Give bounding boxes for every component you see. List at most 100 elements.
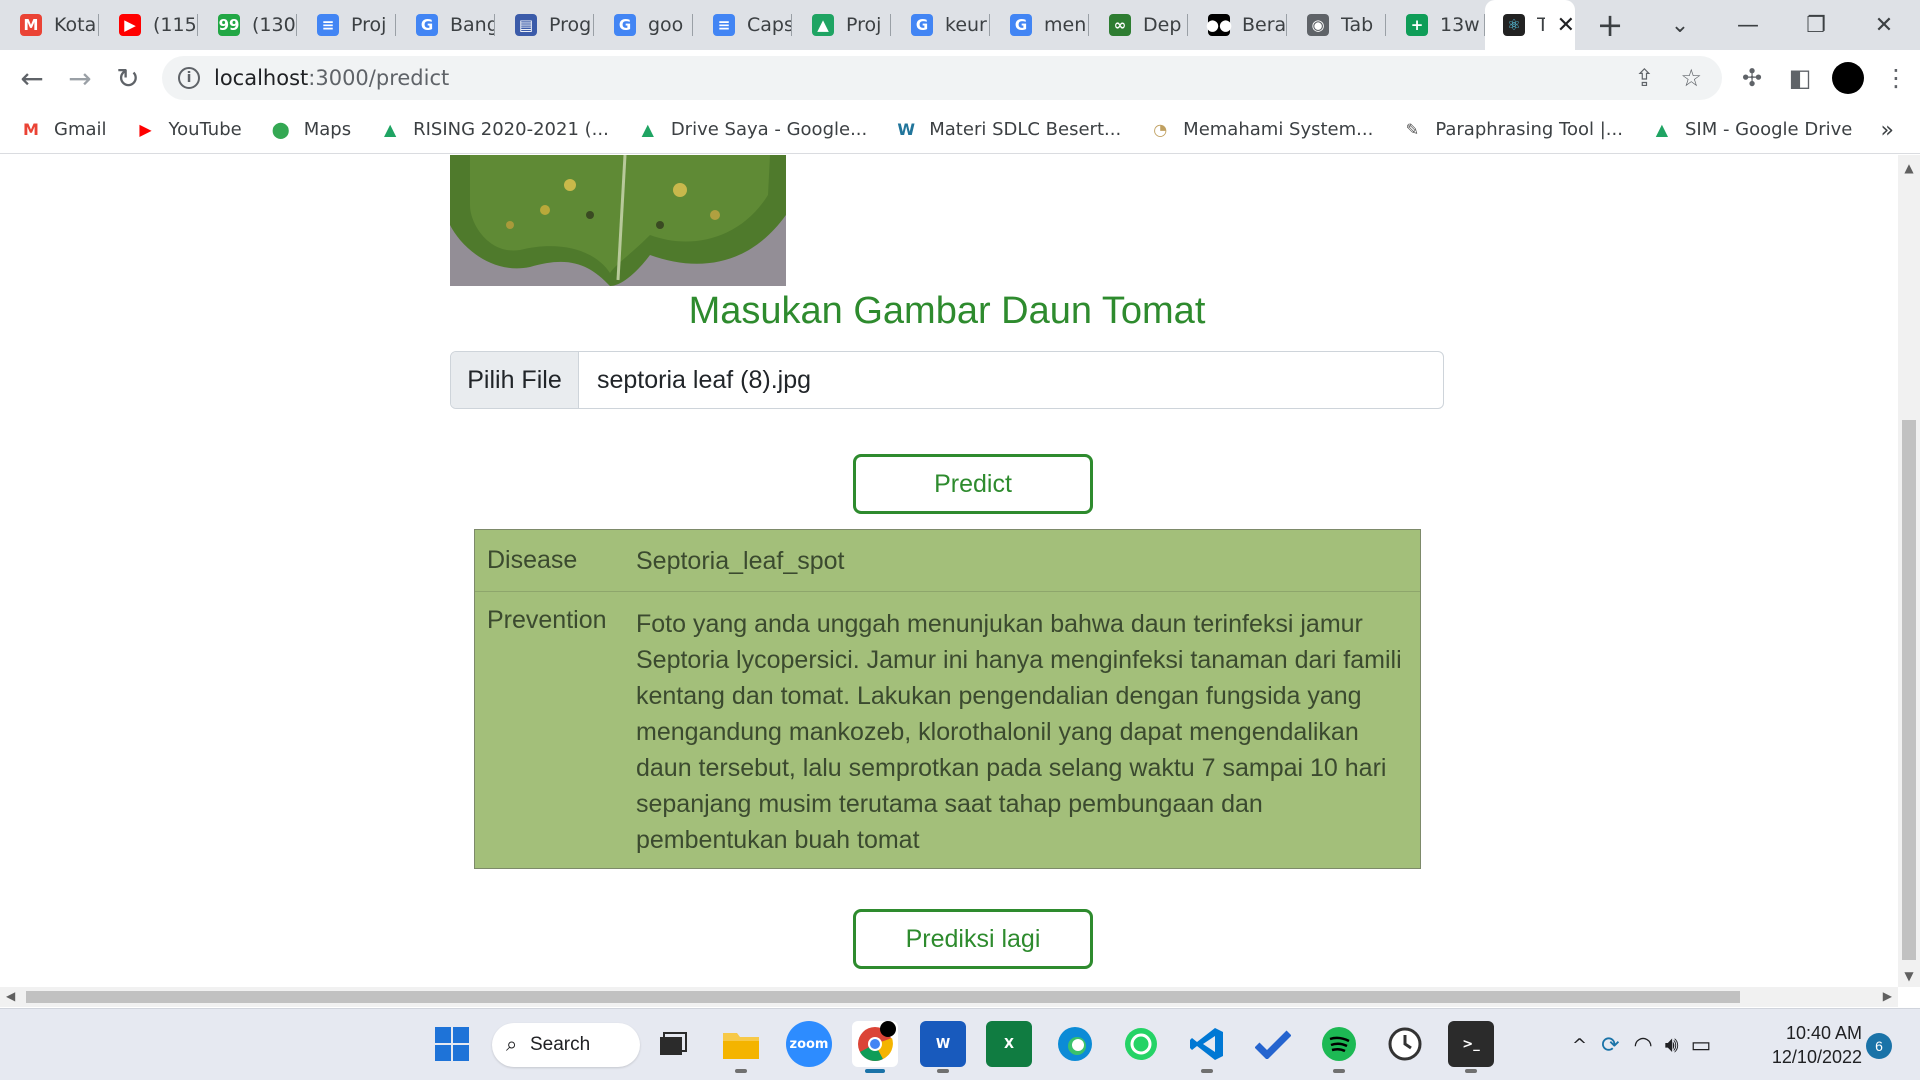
- predict-again-button[interactable]: Prediksi lagi: [853, 909, 1093, 969]
- tab-item[interactable]: M Kota: [0, 0, 99, 50]
- tab-title: Dep: [1143, 14, 1182, 36]
- restore-icon[interactable]: ❐: [1786, 0, 1846, 50]
- prediction-result-table: Disease Septoria_leaf_spot Prevention Fo…: [474, 529, 1421, 869]
- file-explorer-icon[interactable]: [718, 1021, 764, 1073]
- system-tray: ^ ⟳ ◠ 🔊︎ ▭: [1572, 1023, 1711, 1067]
- task-view-icon[interactable]: [650, 1021, 696, 1067]
- wordpress-icon: W: [897, 120, 916, 139]
- tab-item[interactable]: ▤ Prog: [495, 0, 594, 50]
- file-input[interactable]: Pilih File septoria leaf (8).jpg: [450, 351, 1444, 409]
- notification-badge[interactable]: 6: [1866, 1033, 1892, 1059]
- bookmark-item[interactable]: W Materi SDLC Besert...: [895, 119, 1121, 140]
- search-label: Search: [530, 1034, 591, 1055]
- predict-button[interactable]: Predict: [853, 454, 1093, 514]
- windows-start-icon[interactable]: [429, 1021, 475, 1067]
- scroll-down-icon[interactable]: ▼: [1898, 969, 1920, 983]
- site-icon: ▤: [515, 14, 537, 36]
- quill-icon: ✎: [1405, 120, 1420, 139]
- scroll-right-icon[interactable]: ▶: [1883, 989, 1892, 1003]
- tab-search-icon[interactable]: ⌄: [1650, 0, 1710, 50]
- chevron-double-right-icon[interactable]: »: [1881, 118, 1894, 143]
- tab-item[interactable]: 99 (130: [198, 0, 297, 50]
- tab-active[interactable]: ⚛ T ✕: [1485, 0, 1575, 50]
- close-icon[interactable]: ✕: [1557, 13, 1575, 38]
- bookmark-item[interactable]: ✎ Paraphrasing Tool |...: [1401, 119, 1623, 140]
- site-icon: ◔: [1153, 120, 1168, 139]
- vscode-icon[interactable]: [1184, 1021, 1230, 1073]
- tab-item[interactable]: ▶ (115: [99, 0, 198, 50]
- horizontal-scrollbar[interactable]: ◀ ▶: [0, 987, 1898, 1007]
- bookmark-item[interactable]: ◔ Memahami System...: [1149, 119, 1373, 140]
- prevention-label: Prevention: [487, 606, 607, 634]
- reload-icon[interactable]: ↻: [104, 54, 152, 102]
- tab-item[interactable]: ●● Bera: [1188, 0, 1287, 50]
- forward-icon[interactable]: →: [56, 54, 104, 102]
- tab-item[interactable]: Ggoo: [594, 0, 693, 50]
- bookmark-item[interactable]: ▲ RISING 2020-2021 (...: [379, 119, 609, 140]
- zoom-icon[interactable]: zoom: [786, 1021, 832, 1067]
- tab-item[interactable]: ≡ Proj: [297, 0, 396, 50]
- excel-icon[interactable]: X: [986, 1021, 1032, 1067]
- back-icon[interactable]: ←: [8, 54, 56, 102]
- tab-title: Proj: [351, 14, 387, 36]
- whatsapp-icon[interactable]: [1118, 1021, 1164, 1067]
- tab-item[interactable]: ◉ Tab: [1287, 0, 1386, 50]
- bookmark-item[interactable]: ▶ YouTube: [135, 119, 241, 140]
- search-icon: ⌕: [506, 1033, 518, 1056]
- scroll-up-icon[interactable]: ▲: [1898, 161, 1920, 175]
- scroll-thumb[interactable]: [1902, 420, 1916, 960]
- tab-title: (130: [252, 14, 296, 36]
- google-docs-icon: ≡: [317, 14, 339, 36]
- edge-icon[interactable]: [1052, 1021, 1098, 1067]
- tab-item[interactable]: G Bang: [396, 0, 495, 50]
- tab-item[interactable]: Gmen: [990, 0, 1089, 50]
- bookmark-label: SIM - Google Drive: [1684, 119, 1853, 140]
- bookmark-item[interactable]: ▲ Drive Saya - Google...: [637, 119, 868, 140]
- address-bar[interactable]: i localhost:3000/predict ⇪ ☆: [162, 56, 1722, 100]
- bookmark-item[interactable]: ⬤ Maps: [270, 119, 351, 140]
- sync-icon[interactable]: ⟳: [1601, 1033, 1619, 1058]
- chevron-up-icon[interactable]: ^: [1572, 1035, 1587, 1056]
- scroll-thumb[interactable]: [26, 991, 1740, 1003]
- scroll-left-icon[interactable]: ◀: [6, 989, 15, 1003]
- share-icon[interactable]: ⇪: [1634, 64, 1654, 92]
- google-icon: G: [416, 14, 438, 36]
- tab-item[interactable]: ≡ Caps: [693, 0, 792, 50]
- wifi-icon[interactable]: ◠: [1634, 1033, 1653, 1058]
- tab-title: (115: [153, 14, 197, 36]
- badge: [880, 1021, 896, 1037]
- tab-item[interactable]: +13w: [1386, 0, 1485, 50]
- clock-app-icon[interactable]: [1382, 1021, 1428, 1067]
- new-tab-button[interactable]: +: [1585, 0, 1635, 50]
- side-panel-icon[interactable]: ◧: [1776, 54, 1824, 102]
- taskbar-search[interactable]: ⌕ Search: [492, 1023, 640, 1067]
- bookmark-star-icon[interactable]: ☆: [1680, 64, 1702, 92]
- google-drive-icon: ▲: [383, 120, 397, 139]
- google-drive-icon: ▲: [1655, 120, 1669, 139]
- tab-item[interactable]: ▲ Proj: [792, 0, 891, 50]
- avatar[interactable]: [1832, 62, 1864, 94]
- extensions-icon[interactable]: ✣: [1728, 54, 1776, 102]
- menu-kebab-icon[interactable]: ⋮: [1872, 54, 1920, 102]
- google-icon: G: [1010, 14, 1032, 36]
- tab-title: Prog: [549, 14, 592, 36]
- bookmark-item[interactable]: ▲ SIM - Google Drive: [1651, 119, 1853, 140]
- system-clock[interactable]: 10:40 AM 12/10/2022: [1762, 1021, 1862, 1069]
- site-info-icon[interactable]: i: [178, 67, 200, 89]
- window-close-icon[interactable]: ✕: [1854, 0, 1914, 50]
- battery-icon[interactable]: ▭: [1691, 1033, 1712, 1058]
- spotify-icon[interactable]: [1316, 1021, 1362, 1073]
- tab-strip: M Kota ▶ (115 99 (130 ≡ Proj G Bang ▤ Prog Ggoo ≡ Caps…: [0, 0, 1920, 50]
- minimize-icon[interactable]: —: [1718, 0, 1778, 50]
- tab-item[interactable]: Gkeur: [891, 0, 990, 50]
- tab-item[interactable]: ∞ Dep: [1089, 0, 1188, 50]
- vertical-scrollbar[interactable]: ▲ ▼: [1898, 155, 1920, 987]
- bookmark-item[interactable]: M Gmail: [20, 119, 106, 140]
- word-icon[interactable]: W: [920, 1021, 966, 1073]
- volume-icon[interactable]: 🔊︎: [1665, 1033, 1679, 1058]
- todo-check-icon[interactable]: [1250, 1021, 1296, 1067]
- chrome-icon[interactable]: [852, 1021, 898, 1073]
- table-row: Disease Septoria_leaf_spot: [475, 530, 1420, 592]
- choose-file-button[interactable]: Pilih File: [451, 352, 579, 408]
- terminal-icon[interactable]: >_: [1448, 1021, 1494, 1073]
